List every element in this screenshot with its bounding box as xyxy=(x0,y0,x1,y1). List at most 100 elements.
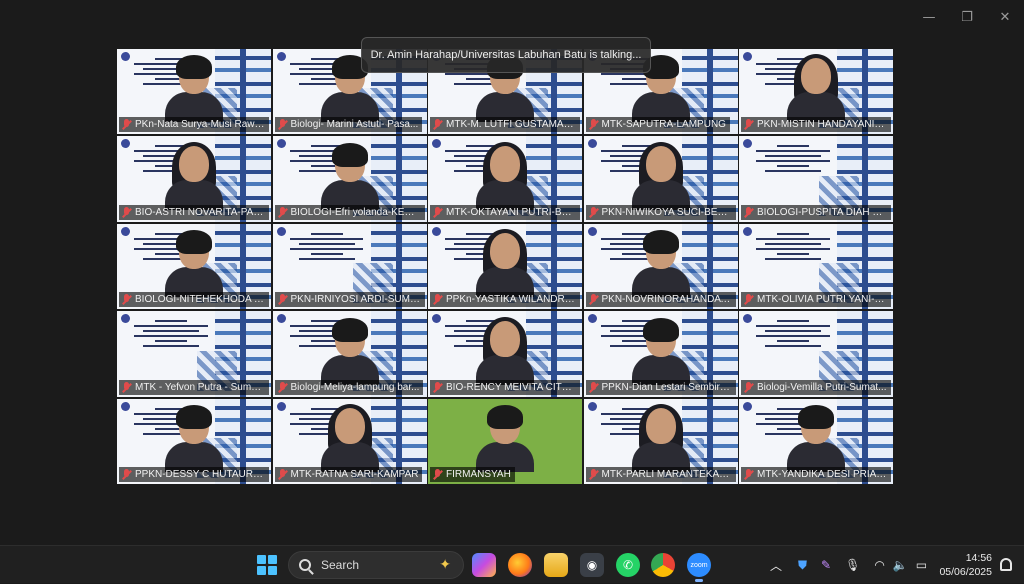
chrome-icon[interactable] xyxy=(651,553,675,577)
active-speaker-banner: Dr. Amin Harahap/Universitas Labuhan Bat… xyxy=(361,37,651,73)
participant-name: MTK - Yefvon Putra - Sumat... xyxy=(135,381,265,393)
search-icon xyxy=(299,559,311,571)
participant-tile[interactable]: MTK-RATNA SARI-KAMPAR xyxy=(272,398,427,484)
participant-nameplate: FIRMANSYAH xyxy=(430,466,515,482)
participant-tile[interactable]: BIO-ASTRI NOVARITA-PADA... xyxy=(117,136,271,222)
participant-video xyxy=(165,141,223,210)
muted-mic-icon xyxy=(744,206,753,218)
participant-video xyxy=(476,316,534,385)
window-controls: — ❐ ✕ xyxy=(910,0,1024,34)
participant-name: MTK-PARLI MARANTEKA, S... xyxy=(601,468,732,480)
participant-video xyxy=(631,317,690,385)
participant-name: PPKN-Dian Lestari Sembirin... xyxy=(601,381,732,393)
chevron-up-icon[interactable]: ︿ xyxy=(770,557,782,574)
participant-tile[interactable]: BIOLOGI-NITEHEKHODA BU... xyxy=(117,223,271,310)
participant-name: PKn-Nata Surya-Musi Rawas xyxy=(135,119,265,131)
participant-tile[interactable]: BIOLOGI-PUSPITA DIAH PAL... xyxy=(739,136,893,222)
participant-video xyxy=(787,54,845,123)
muted-mic-icon xyxy=(433,119,442,130)
shield-icon[interactable]: ⛊ xyxy=(798,558,807,573)
participant-tile[interactable]: PKN-NIWIKOYA SUCI-BELIT... xyxy=(583,136,738,222)
participant-name: MTK-OLIVIA PUTRI YANI-PE... xyxy=(757,294,887,306)
participant-tile[interactable]: PKN-IRNIYOSI ARDI-SUMAT... xyxy=(272,223,427,310)
participant-video xyxy=(476,229,534,298)
pen-icon[interactable]: ✎ xyxy=(821,558,831,572)
taskbar-search-box[interactable]: Search ✦ xyxy=(288,551,464,579)
participant-name: PPKN-DESSY C HUTAURUK-... xyxy=(135,468,265,480)
participant-nameplate: BIOLOGI-Efri yolanda-KERIN... xyxy=(274,204,425,220)
muted-mic-icon xyxy=(122,381,131,393)
muted-mic-icon xyxy=(122,119,131,130)
participant-tile[interactable]: PKn-Nata Surya-Musi Rawas xyxy=(117,49,271,135)
restore-button[interactable]: ❐ xyxy=(948,0,986,34)
participant-video xyxy=(631,403,690,472)
participant-nameplate: PKN-MISTIN HANDAYANI-L... xyxy=(741,117,891,133)
file-explorer-icon[interactable] xyxy=(544,553,568,577)
muted-mic-icon xyxy=(122,468,131,480)
participant-tile[interactable]: BIOLOGI-Efri yolanda-KERIN... xyxy=(272,136,427,222)
participant-tile[interactable]: MTK-YANDIKA DESI PRIANS... xyxy=(739,398,893,484)
zoom-label: zoom xyxy=(690,561,708,569)
zoom-meeting-window: — ❐ ✕ Dr. Amin Harahap/Universitas Labuh… xyxy=(0,0,1024,545)
volume-icon[interactable]: 🔈 xyxy=(893,558,908,572)
participant-video xyxy=(320,403,379,472)
wifi-icon[interactable]: ◠ xyxy=(874,558,884,572)
participant-name: BIOLOGI-Efri yolanda-KERIN... xyxy=(290,206,421,218)
participant-nameplate: MTK-RATNA SARI-KAMPAR xyxy=(274,466,423,482)
participant-tile[interactable]: PPKn-YASTIKA WILANDRI-P... xyxy=(428,223,582,310)
clock-date: 05/06/2025 xyxy=(939,566,992,578)
muted-mic-icon xyxy=(744,468,753,480)
firefox-icon[interactable] xyxy=(508,553,532,577)
battery-icon[interactable]: ▭ xyxy=(916,558,927,572)
participant-tile[interactable]: Biologi-Vemilla Putri-Sumat... xyxy=(739,311,893,397)
close-button[interactable]: ✕ xyxy=(986,0,1024,34)
participant-nameplate: PKn-Nata Surya-Musi Rawas xyxy=(119,117,269,133)
participant-nameplate: MTK-OLIVIA PUTRI YANI-PE... xyxy=(741,292,891,308)
participant-nameplate: Biologi-Meliya-lampung bar... xyxy=(274,379,424,395)
participant-tile[interactable]: PPKN-Dian Lestari Sembirin... xyxy=(583,311,738,397)
participant-tile[interactable]: MTK - Yefvon Putra - Sumat... xyxy=(117,311,271,397)
participant-tile[interactable]: PKN-MISTIN HANDAYANI-L... xyxy=(739,49,893,135)
participant-nameplate: BIOLOGI-PUSPITA DIAH PAL... xyxy=(741,204,891,220)
participant-tile[interactable]: BIO-RENCY MEIVITA CITRA-... xyxy=(428,311,582,397)
participant-video xyxy=(165,55,223,123)
muted-mic-icon xyxy=(278,294,287,305)
participant-nameplate: PKN-IRNIYOSI ARDI-SUMAT... xyxy=(274,292,425,308)
zoom-icon[interactable]: zoom xyxy=(687,553,711,582)
copilot-icon[interactable] xyxy=(472,553,496,577)
muted-mic-icon xyxy=(744,294,753,305)
minimize-button[interactable]: — xyxy=(910,0,948,34)
participant-name: MTK-RATNA SARI-KAMPAR xyxy=(290,468,419,480)
participant-nameplate: MTK-M. LUTFI GUSTAMAN-... xyxy=(430,117,580,133)
search-label: Search xyxy=(321,558,360,572)
muted-mic-icon xyxy=(433,206,442,218)
participant-tile[interactable]: MTK-OKTAYANI PUTRI-BATA... xyxy=(428,136,582,222)
taskbar-clock[interactable]: 14:56 05/06/2025 xyxy=(939,551,992,579)
system-tray: ︿ ⛊ ✎ 🎙 ◠ 🔈 ▭ xyxy=(770,546,927,584)
participant-name: MTK-OKTAYANI PUTRI-BATA... xyxy=(446,206,576,218)
participant-video xyxy=(631,230,690,298)
participant-name: PKN-NIWIKOYA SUCI-BELIT... xyxy=(601,206,732,218)
participant-tile[interactable]: MTK-OLIVIA PUTRI YANI-PE... xyxy=(739,223,893,310)
participant-nameplate: PPKN-Dian Lestari Sembirin... xyxy=(585,379,736,395)
participant-tile[interactable]: PKN-NOVRINORAHANDAYA... xyxy=(583,223,738,310)
participant-nameplate: PKN-NOVRINORAHANDAYA... xyxy=(585,292,736,308)
participant-tile[interactable]: FIRMANSYAH xyxy=(428,398,582,484)
start-button[interactable] xyxy=(257,555,277,575)
participant-nameplate: BIOLOGI-NITEHEKHODA BU... xyxy=(119,292,269,308)
muted-mic-icon xyxy=(744,119,753,130)
muted-mic-icon xyxy=(744,381,753,393)
participant-nameplate: BIO-ASTRI NOVARITA-PADA... xyxy=(119,204,269,220)
microphone-icon[interactable]: 🎙 xyxy=(845,558,860,572)
muted-mic-icon xyxy=(278,206,287,218)
participant-tile[interactable]: Biologi-Meliya-lampung bar... xyxy=(272,311,427,397)
camera-icon[interactable]: ◉ xyxy=(580,553,604,577)
participant-name: PKN-MISTIN HANDAYANI-L... xyxy=(757,119,887,131)
participant-video xyxy=(476,404,534,472)
participant-tile[interactable]: MTK-PARLI MARANTEKA, S... xyxy=(583,398,738,484)
whatsapp-icon[interactable]: ✆ xyxy=(616,553,640,577)
participant-nameplate: MTK-YANDIKA DESI PRIANS... xyxy=(741,466,891,482)
notification-bell-icon[interactable] xyxy=(1000,558,1012,571)
participant-tile[interactable]: PPKN-DESSY C HUTAURUK-... xyxy=(117,398,271,484)
participant-nameplate: BIO-RENCY MEIVITA CITRA-... xyxy=(430,379,580,395)
